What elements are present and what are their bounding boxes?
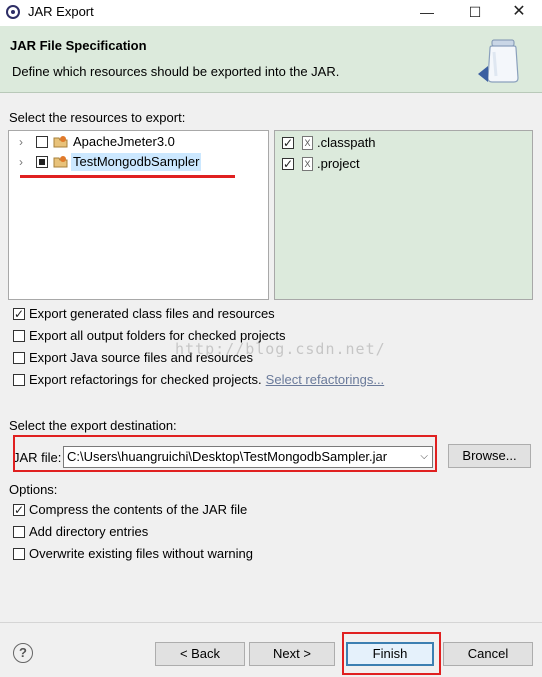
options-label: Options: <box>9 482 58 497</box>
banner-description: Define which resources should be exporte… <box>12 64 340 79</box>
export-class-files-checkbox[interactable] <box>13 305 25 323</box>
chevron-right-icon[interactable]: › <box>16 133 26 151</box>
resources-label: Select the resources to export: <box>9 110 186 125</box>
export-source-files-checkbox[interactable] <box>13 352 25 364</box>
option-label: Export generated class files and resourc… <box>29 306 275 321</box>
back-button[interactable]: < Back <box>155 642 245 666</box>
project-file-checkbox[interactable] <box>282 155 294 173</box>
tree-item-apachejmeter[interactable]: › ApacheJmeter3.0 <box>9 133 267 151</box>
option-label: Compress the contents of the JAR file <box>29 502 248 517</box>
compress-checkbox[interactable] <box>13 501 25 519</box>
export-refactorings-checkbox[interactable] <box>13 374 25 386</box>
cancel-button[interactable]: Cancel <box>443 642 533 666</box>
wizard-banner: JAR File Specification Define which reso… <box>0 26 542 93</box>
xml-file-icon: X <box>302 136 313 150</box>
tree-item-testmongodbsampler[interactable]: › TestMongodbSampler <box>9 153 267 171</box>
option-label: Add directory entries <box>29 524 149 539</box>
chevron-right-icon[interactable]: › <box>16 153 26 171</box>
watermark: http://blog.csdn.net/ <box>175 340 386 358</box>
file-item-project[interactable]: X .project <box>275 155 531 173</box>
java-project-icon <box>53 156 68 168</box>
tree-item-label: ApacheJmeter3.0 <box>73 134 175 149</box>
overwrite-checkbox[interactable] <box>13 548 25 560</box>
project-tree[interactable]: › ApacheJmeter3.0 › TestMongodbSampler <box>8 130 269 300</box>
testmongodbsampler-checkbox[interactable] <box>36 156 48 168</box>
export-output-folders-checkbox[interactable] <box>13 330 25 342</box>
browse-button[interactable]: Browse... <box>448 444 531 468</box>
select-refactorings-link[interactable]: Select refactorings... <box>266 372 385 387</box>
title-bar: JAR Export — ☐ ✕ <box>0 0 542 26</box>
file-list[interactable]: X .classpath X .project <box>274 130 533 300</box>
file-item-label: .project <box>317 156 360 171</box>
next-button[interactable]: Next > <box>249 642 335 666</box>
window-title: JAR Export <box>28 4 94 19</box>
maximize-button[interactable]: ☐ <box>452 0 498 26</box>
tree-item-label: TestMongodbSampler <box>71 153 202 171</box>
eclipse-icon <box>6 5 20 19</box>
jar-file-path: C:\Users\huangruichi\Desktop\TestMongodb… <box>67 449 388 464</box>
annotation-underline <box>20 175 235 178</box>
java-project-icon <box>53 136 68 148</box>
option-label: Overwrite existing files without warning <box>29 546 253 561</box>
classpath-checkbox[interactable] <box>282 134 294 152</box>
file-item-label: .classpath <box>317 135 376 150</box>
directory-entries-checkbox[interactable] <box>13 526 25 538</box>
file-item-classpath[interactable]: X .classpath <box>275 134 531 152</box>
jar-file-combo[interactable]: C:\Users\huangruichi\Desktop\TestMongodb… <box>63 446 433 468</box>
jar-file-label: JAR file: <box>13 450 62 465</box>
xml-file-icon: X <box>302 157 313 171</box>
close-button[interactable]: ✕ <box>496 0 542 26</box>
jar-icon <box>478 39 519 83</box>
apachejmeter-checkbox[interactable] <box>36 136 48 148</box>
finish-button[interactable]: Finish <box>346 642 434 666</box>
footer-divider <box>0 622 542 623</box>
option-label: Export refactorings for checked projects… <box>29 372 262 387</box>
minimize-button[interactable]: — <box>404 0 450 26</box>
help-icon[interactable]: ? <box>13 643 33 663</box>
banner-title: JAR File Specification <box>10 38 147 53</box>
chevron-down-icon[interactable]: ⌵ <box>420 447 428 467</box>
destination-label: Select the export destination: <box>9 418 177 433</box>
